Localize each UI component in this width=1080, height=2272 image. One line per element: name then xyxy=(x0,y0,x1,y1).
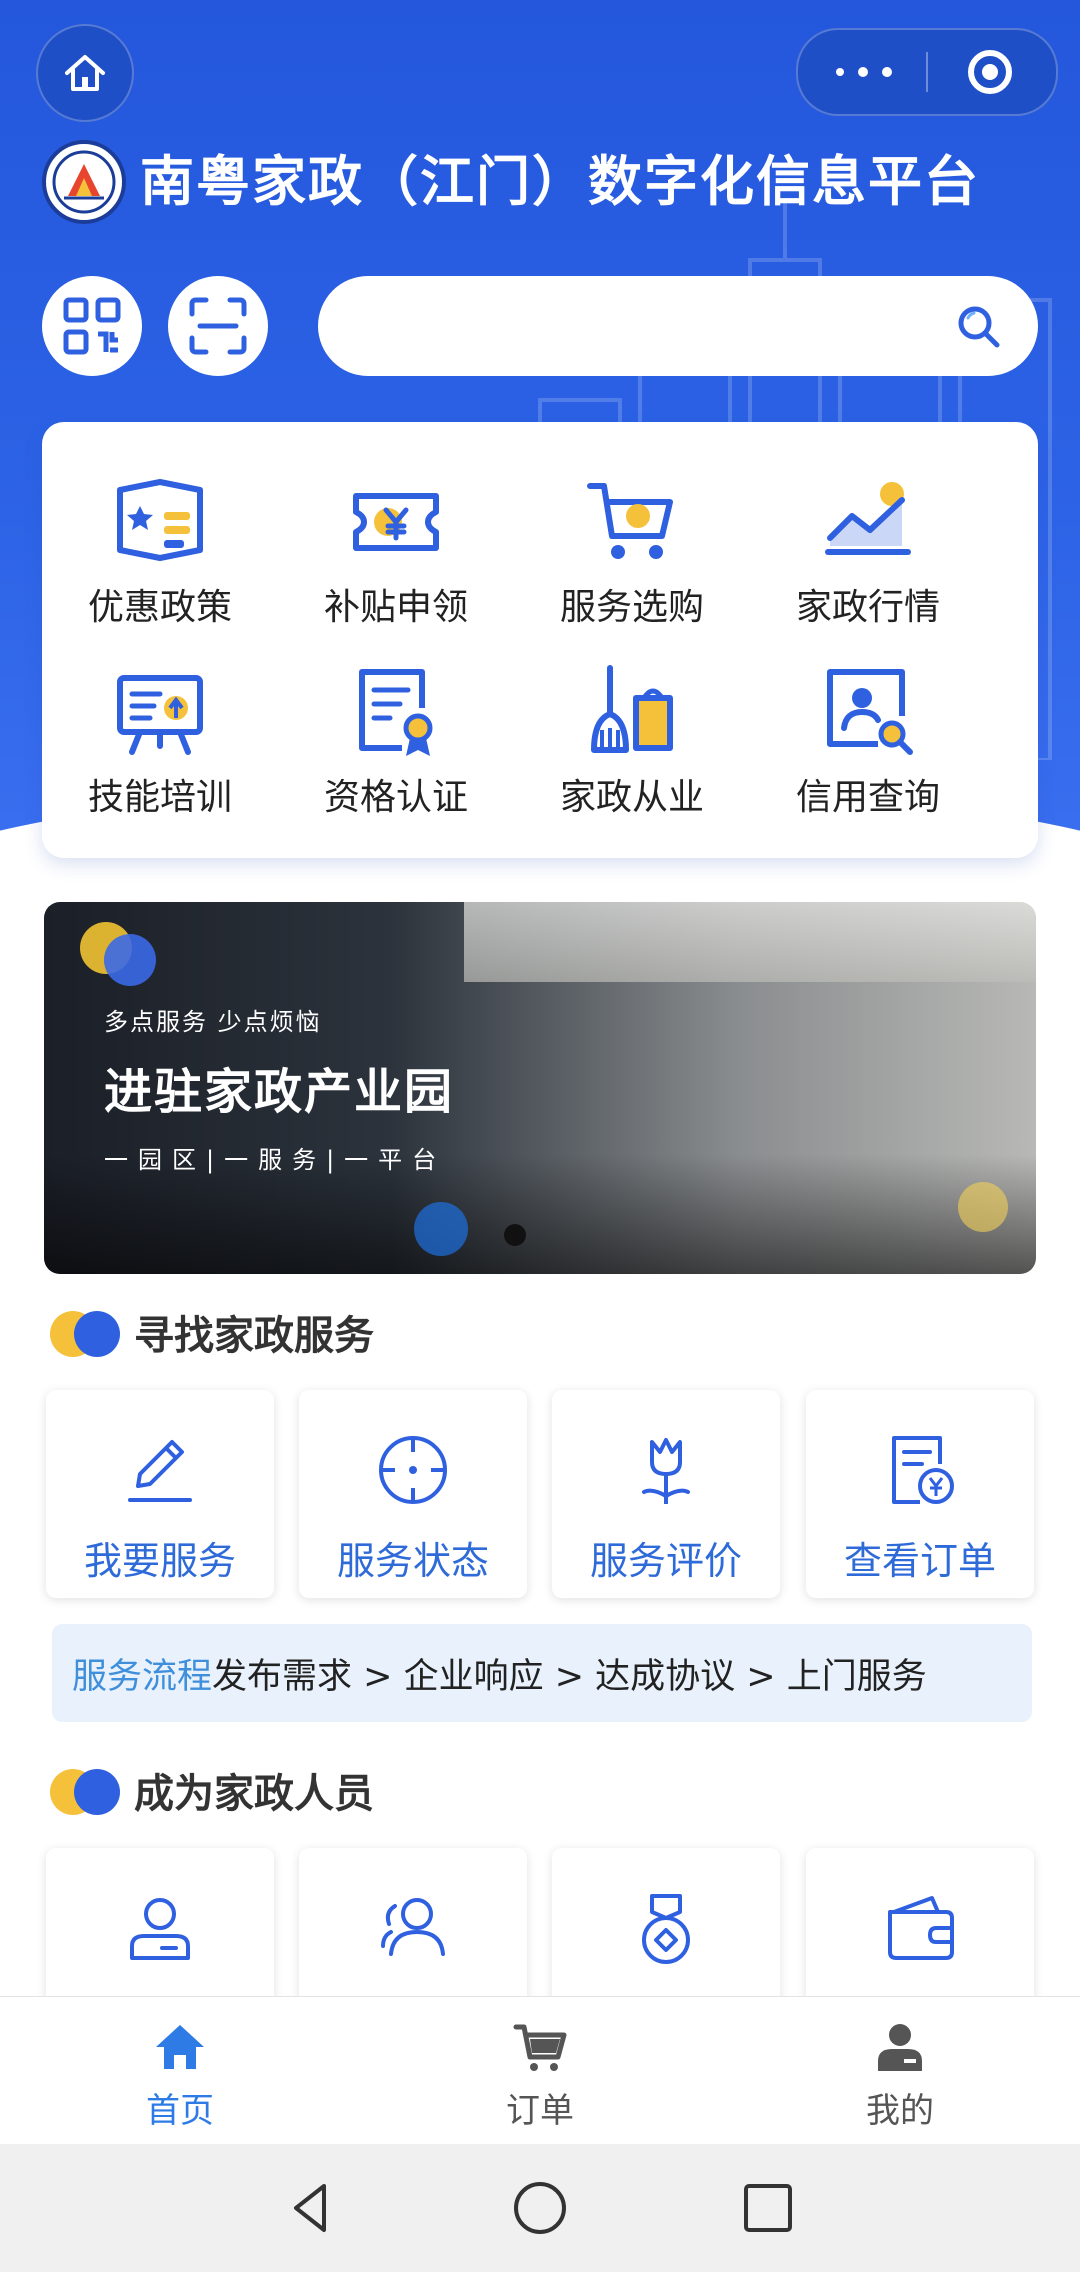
grid-item-label: 家政行情 xyxy=(795,587,940,628)
grid-item-label: 补贴申领 xyxy=(323,587,468,628)
tile-label: 查看订单 xyxy=(843,1539,996,1583)
section-header-become-worker: 成为家政人员 xyxy=(50,1760,374,1820)
banner-decoration xyxy=(104,934,156,986)
service-grid: 优惠政策 补贴申领 服务选购 家政行情 技能培训 资格认证 家政从业 信用查询 xyxy=(42,422,1038,858)
grid-item-market-trend[interactable]: 家政行情 xyxy=(750,472,986,642)
scan-icon xyxy=(189,297,247,355)
tab-label: 首页 xyxy=(146,2091,214,2131)
recents-icon[interactable] xyxy=(738,2178,798,2238)
subsidy-icon xyxy=(353,493,439,551)
tab-home[interactable]: 首页 xyxy=(0,1997,360,2145)
miniprogram-capsule xyxy=(796,28,1058,116)
home-button[interactable] xyxy=(36,24,134,122)
training-icon xyxy=(117,675,203,755)
banner-subtitle: 多点服务 少点烦恼 xyxy=(104,1008,322,1036)
system-navigation-bar xyxy=(0,2144,1080,2272)
grid-item-skill-training[interactable]: 技能培训 xyxy=(42,662,278,832)
tile-request-service[interactable]: 我要服务 xyxy=(46,1390,274,1598)
credit-search-icon xyxy=(827,669,913,755)
wallet-icon xyxy=(888,1896,954,1960)
pen-icon xyxy=(128,1440,192,1502)
user-icon xyxy=(878,2024,922,2071)
bottom-tab-bar: 首页 订单 我的 xyxy=(0,1996,1080,2145)
crosshair-icon xyxy=(379,1436,447,1504)
policy-icon xyxy=(117,479,203,561)
home-icon xyxy=(156,2025,204,2069)
grid-item-service-purchase[interactable]: 服务选购 xyxy=(514,472,750,642)
flow-label: 服务流程 xyxy=(72,1656,213,1697)
order-yuan-icon xyxy=(892,1436,954,1504)
tab-orders[interactable]: 订单 xyxy=(360,1997,720,2145)
section-decoration xyxy=(50,1765,126,1815)
banner-pagination-dot[interactable] xyxy=(504,1224,526,1246)
cart-icon xyxy=(513,2024,567,2071)
trend-icon xyxy=(825,482,911,555)
grid-item-housekeeping-job[interactable]: 家政从业 xyxy=(514,662,750,832)
flow-steps: 发布需求 > 企业响应 > 达成协议 > 上门服务 xyxy=(212,1656,927,1697)
home-circle-icon[interactable] xyxy=(510,2178,570,2238)
grid-item-label: 信用查询 xyxy=(795,777,940,818)
grid-item-subsidy[interactable]: 补贴申领 xyxy=(278,472,514,642)
banner-tagline: 一园区|一服务|一平台 xyxy=(104,1146,447,1174)
home-icon xyxy=(65,55,105,91)
grid-item-label: 技能培训 xyxy=(87,777,232,818)
section-title: 成为家政人员 xyxy=(134,1771,374,1817)
more-options-button[interactable] xyxy=(836,60,892,84)
broom-icon xyxy=(591,665,673,753)
scan-button[interactable] xyxy=(168,276,268,376)
page-title: 南粤家政（江门）数字化信息平台 xyxy=(140,150,980,213)
grid-item-label: 家政从业 xyxy=(559,777,704,818)
search-bar[interactable] xyxy=(318,276,1038,376)
flower-icon xyxy=(642,1438,690,1504)
group-icon xyxy=(381,1898,445,1956)
section-header-find-service: 寻找家政服务 xyxy=(50,1302,374,1362)
tile-label: 服务评价 xyxy=(589,1539,742,1583)
tab-label: 订单 xyxy=(506,2091,574,2131)
person-card-icon xyxy=(130,1898,190,1960)
grid-item-label: 服务选购 xyxy=(559,587,704,628)
platform-logo xyxy=(42,140,126,224)
section-title: 寻找家政服务 xyxy=(134,1313,374,1359)
grid-item-preferential-policy[interactable]: 优惠政策 xyxy=(42,472,278,642)
tab-profile[interactable]: 我的 xyxy=(720,1997,1080,2145)
cart-icon xyxy=(587,483,673,559)
grid-item-credit-query[interactable]: 信用查询 xyxy=(750,662,986,832)
certificate-icon xyxy=(359,669,433,756)
banner-headline: 进驻家政产业园 xyxy=(104,1064,455,1120)
search-icon[interactable] xyxy=(954,302,1004,352)
section-decoration xyxy=(50,1307,126,1357)
search-input[interactable] xyxy=(358,296,942,358)
banner-decoration xyxy=(414,1202,468,1256)
tile-label: 我要服务 xyxy=(83,1539,236,1583)
tile-service-status[interactable]: 服务状态 xyxy=(299,1390,527,1598)
grid-item-label: 优惠政策 xyxy=(87,587,232,628)
grid-item-label: 资格认证 xyxy=(323,777,468,818)
tile-label: 服务状态 xyxy=(336,1539,489,1583)
tile-view-orders[interactable]: 查看订单 xyxy=(806,1390,1034,1598)
promo-banner[interactable]: 多点服务 少点烦恼 进驻家政产业园 一园区|一服务|一平台 xyxy=(44,902,1036,1274)
back-icon[interactable] xyxy=(282,2178,342,2238)
tile-service-review[interactable]: 服务评价 xyxy=(552,1390,780,1598)
grid-item-qualification[interactable]: 资格认证 xyxy=(278,662,514,832)
medal-icon xyxy=(642,1894,690,1964)
qrcode-button[interactable] xyxy=(42,276,142,376)
close-miniprogram-button[interactable] xyxy=(968,50,1012,94)
qrcode-icon xyxy=(63,297,121,355)
banner-decoration xyxy=(958,1182,1008,1232)
service-flow-bar: 服务流程 发布需求 > 企业响应 > 达成协议 > 上门服务 xyxy=(52,1624,1032,1722)
tab-label: 我的 xyxy=(866,2091,934,2131)
